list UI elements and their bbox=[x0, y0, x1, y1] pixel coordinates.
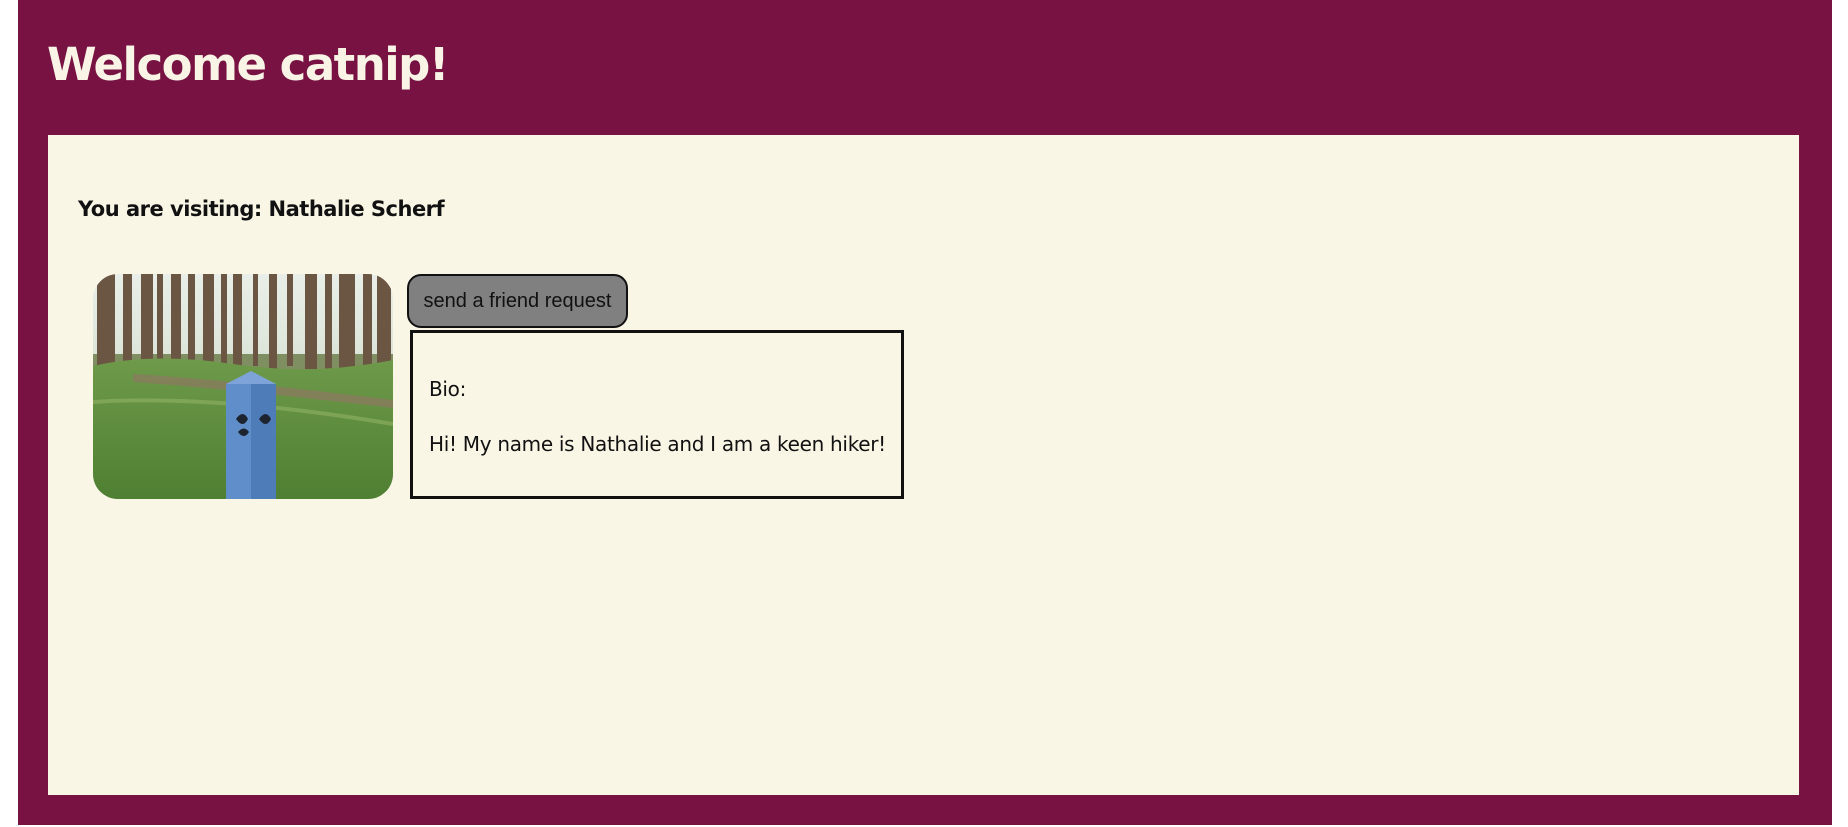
bio-box: Bio: Hi! My name is Nathalie and I am a … bbox=[410, 330, 904, 499]
app-frame: Welcome catnip! You are visiting: Nathal… bbox=[18, 0, 1832, 825]
bio-text: Hi! My name is Nathalie and I am a keen … bbox=[429, 432, 886, 456]
profile-photo bbox=[93, 274, 393, 499]
profile-panel: You are visiting: Nathalie Scherf send a… bbox=[48, 135, 1799, 795]
page-title: Welcome catnip! bbox=[47, 38, 449, 91]
bio-label: Bio: bbox=[429, 377, 467, 401]
visiting-heading: You are visiting: Nathalie Scherf bbox=[78, 197, 445, 221]
send-friend-request-button[interactable]: send a friend request bbox=[407, 274, 628, 328]
